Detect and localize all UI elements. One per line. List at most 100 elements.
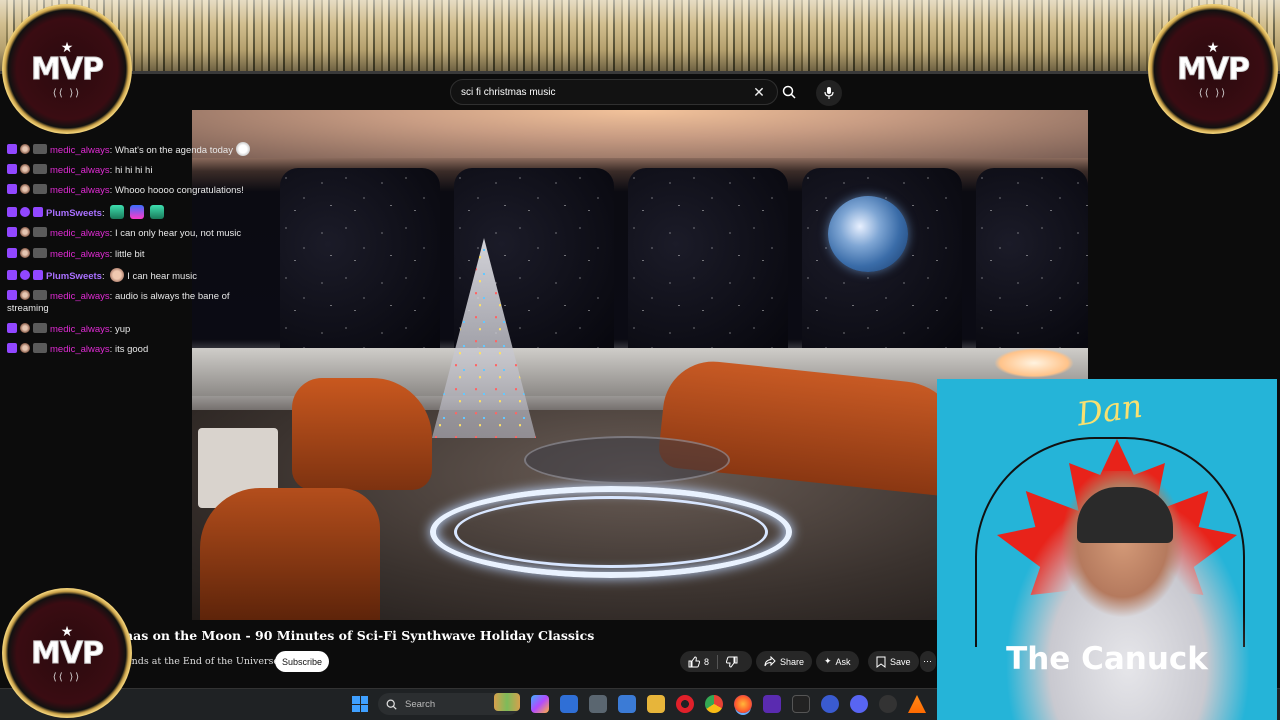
avatar: [20, 164, 30, 175]
copilot-icon[interactable]: [531, 695, 549, 713]
sub-badge-icon: [33, 290, 47, 301]
search-icon: [782, 85, 796, 99]
like-count: 8: [704, 656, 710, 667]
avatar: [20, 206, 30, 217]
streamer-cap: [1077, 487, 1173, 543]
channel-name[interactable]: ands at the End of the Universe: [126, 656, 279, 667]
more-actions-button[interactable]: ⋯: [920, 651, 936, 672]
search-button[interactable]: [778, 79, 800, 105]
mvp-logo: ★ MVP ⟨⟨ ⟩⟩: [2, 588, 132, 718]
cat-emote-icon: [110, 267, 125, 282]
ammo-banner: [0, 0, 1280, 74]
mvp-logo-text: MVP: [30, 635, 104, 671]
obs-icon[interactable]: [879, 695, 897, 713]
subscribe-button[interactable]: Subscribe: [275, 651, 329, 672]
chat-badge-icon: [7, 343, 17, 354]
chat-message: PlumSweets:: [4, 201, 272, 223]
chat-badge-icon: [7, 322, 17, 333]
app-icon[interactable]: [763, 695, 781, 713]
orange-chair: [292, 378, 432, 490]
chat-text: hi hi hi hi: [114, 165, 153, 177]
search-box[interactable]: ✕: [450, 79, 778, 105]
like-dislike-group[interactable]: 8: [680, 651, 752, 672]
more-icon: ⋯: [923, 656, 932, 666]
mvp-logo-text: MVP: [30, 51, 104, 87]
app-icon[interactable]: [792, 695, 810, 713]
window-pane: [280, 168, 440, 358]
video-title[interactable]: nas on the Moon - 90 Minutes of Sci-Fi S…: [124, 628, 594, 643]
thumbs-up-icon[interactable]: [688, 655, 700, 668]
wings-icon: ⟨⟨ ⟩⟩: [52, 671, 82, 683]
save-button[interactable]: Save: [868, 651, 919, 672]
avatar: [20, 143, 30, 154]
window-pane: [976, 168, 1088, 358]
search-highlight-icon: [494, 693, 520, 711]
webcam-overlay: Dan The Canuck: [937, 379, 1277, 720]
discord-icon[interactable]: [850, 695, 868, 713]
chat-app-icon[interactable]: [821, 695, 839, 713]
chat-badge-icon: [7, 269, 17, 280]
chat-badge-icon: [7, 143, 17, 154]
video-ceiling: [192, 110, 1088, 158]
save-label: Save: [890, 656, 911, 667]
chat-text: Whooo hoooo congratulations!: [114, 185, 244, 197]
chat-username: medic_always: [50, 185, 110, 197]
search-icon: [386, 699, 397, 710]
wings-icon: ⟨⟨ ⟩⟩: [1198, 87, 1228, 99]
chat-badge-icon: [7, 290, 17, 301]
orange-chair-front: [200, 488, 380, 620]
share-icon: [764, 655, 776, 666]
avatar: [20, 247, 30, 258]
chat-username: medic_always: [50, 144, 110, 156]
chat-username: medic_always: [50, 248, 110, 260]
chat-badge-icon: [7, 206, 17, 217]
chat-username: PlumSweets: [46, 270, 102, 282]
chat-message: medic_always: little bit: [4, 244, 272, 264]
sub-badge-icon: [33, 143, 47, 154]
glass-table: [524, 436, 730, 484]
lamp-glow: [994, 348, 1074, 378]
sub-badge-icon: [33, 184, 47, 195]
chat-username: medic_always: [50, 165, 110, 177]
chat-message: medic_always: hi hi hi hi: [4, 160, 272, 180]
opera-icon[interactable]: [676, 695, 694, 713]
blue-emote-icon: [130, 204, 145, 219]
thumbs-down-icon[interactable]: [726, 656, 738, 668]
chat-message: medic_always: I can only hear you, not m…: [4, 224, 272, 244]
taskbar-search-label: Search: [405, 698, 436, 710]
chat-username: medic_always: [50, 228, 110, 240]
photos-icon[interactable]: [560, 695, 578, 713]
chat-badge-icon: [7, 227, 17, 238]
clear-search-icon[interactable]: ✕: [751, 84, 767, 101]
face-emote-icon: [235, 141, 250, 156]
firefox-icon[interactable]: [734, 695, 752, 713]
chat-overlay: medic_always: What's on the agenda today…: [0, 136, 276, 362]
windows-start-icon[interactable]: [352, 696, 368, 712]
signature-text: Dan: [1074, 386, 1145, 434]
share-button[interactable]: Share: [756, 651, 813, 672]
folder-icon[interactable]: [647, 695, 665, 713]
calculator-icon[interactable]: [589, 695, 607, 713]
search-input[interactable]: [461, 86, 751, 98]
ask-button[interactable]: ✦ Ask: [816, 651, 859, 672]
green-emote-icon: [150, 204, 165, 219]
chat-text: I can only hear you, not music: [114, 228, 242, 240]
store-icon[interactable]: [618, 695, 636, 713]
chat-message: medic_always: audio is always the bane o…: [7, 290, 230, 315]
avatar: [20, 290, 30, 301]
toy-train: [454, 496, 768, 568]
ask-label: Ask: [835, 656, 851, 667]
sub-badge-icon: [33, 164, 47, 175]
green-emote-icon: [110, 204, 125, 219]
chat-text: its good: [114, 344, 149, 356]
mvp-logo: ★ MVP ⟨⟨ ⟩⟩: [2, 4, 132, 134]
chrome-icon[interactable]: [705, 695, 723, 713]
sub-badge-icon: [33, 322, 47, 333]
share-label: Share: [780, 656, 805, 667]
mvp-logo: ★ MVP ⟨⟨ ⟩⟩: [1148, 4, 1278, 134]
voice-search-button[interactable]: [816, 80, 842, 106]
sub-badge-icon: [33, 343, 47, 354]
chat-message: medic_always: its good: [4, 339, 272, 359]
sub-badge-icon: [33, 247, 47, 258]
chat-badge-icon: [7, 184, 17, 195]
